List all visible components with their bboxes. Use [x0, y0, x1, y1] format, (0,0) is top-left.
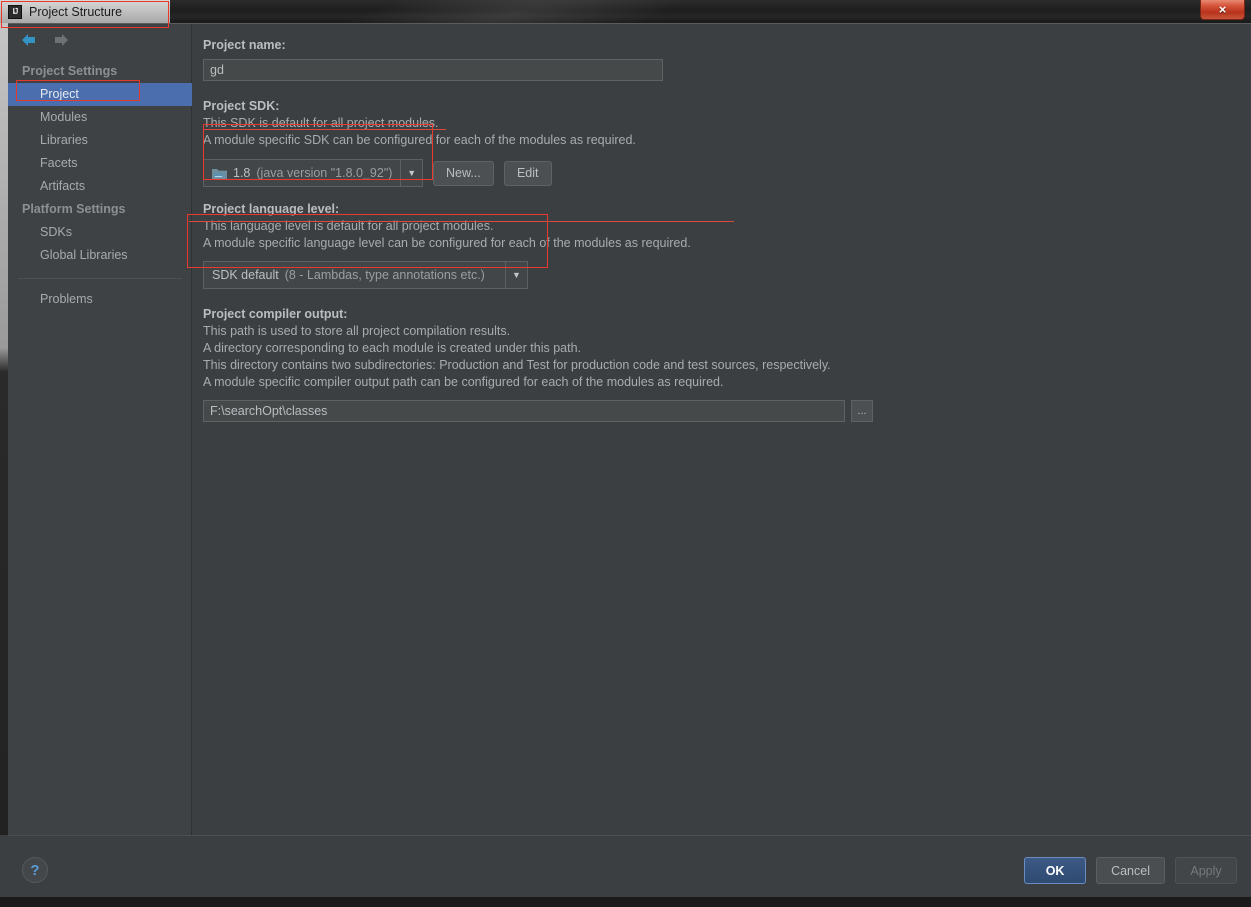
language-level-desc-line2: A module specific language level can be … — [203, 236, 691, 250]
sidebar-item-project[interactable]: Project — [8, 83, 192, 106]
sidebar-item-facets[interactable]: Facets — [8, 152, 192, 175]
project-sdk-detail: (java version "1.8.0_92") — [256, 166, 393, 180]
sidebar-item-problems[interactable]: Problems — [8, 288, 192, 311]
window-title: Project Structure — [29, 4, 123, 19]
window-left-edge — [0, 23, 8, 835]
forward-arrow-icon — [52, 32, 70, 48]
ok-button[interactable]: OK — [1024, 857, 1087, 884]
compiler-output-label: Project compiler output: — [203, 307, 348, 321]
language-level-combo[interactable]: SDK default (8 - Lambdas, type annotatio… — [203, 261, 528, 289]
jdk-folder-icon — [212, 167, 227, 180]
compiler-output-desc-line3: This directory contains two subdirectori… — [203, 358, 831, 372]
dialog-footer: ? OK Cancel Apply — [8, 835, 1251, 897]
title-bar-sheen — [295, 0, 725, 23]
close-icon[interactable]: × — [1200, 0, 1245, 20]
sidebar-item-sdks[interactable]: SDKs — [8, 221, 192, 244]
project-sdk-combo[interactable]: 1.8 (java version "1.8.0_92") ▼ — [203, 159, 423, 187]
language-level-detail: (8 - Lambdas, type annotations etc.) — [284, 268, 485, 282]
apply-button: Apply — [1175, 857, 1237, 884]
compiler-output-row: ... — [203, 400, 1251, 422]
project-sdk-version: 1.8 — [233, 166, 251, 180]
new-sdk-button[interactable]: New... — [433, 160, 494, 186]
back-arrow-icon[interactable] — [20, 32, 38, 48]
project-sdk-desc-line1: This SDK is default for all project modu… — [203, 116, 439, 130]
settings-nav-list: Project Settings Project Modules Librari… — [8, 60, 192, 311]
project-structure-dialog: IJ Project Structure × Project Settings … — [0, 0, 1251, 907]
sidebar-item-modules[interactable]: Modules — [8, 106, 192, 129]
sidebar-item-label: Facets — [40, 156, 78, 170]
sidebar-item-label: Artifacts — [40, 179, 86, 193]
compiler-output-desc-line1: This path is used to store all project c… — [203, 324, 511, 338]
window-bottom-edge — [0, 897, 1251, 907]
chevron-down-icon[interactable]: ▼ — [505, 262, 527, 288]
sidebar-item-label: Problems — [40, 292, 93, 306]
group-label-project-settings: Project Settings — [22, 64, 118, 78]
intellij-logo-icon: IJ — [8, 4, 22, 19]
project-sdk-label: Project SDK: — [203, 99, 280, 113]
project-settings-panel: Project name: Project SDK: This SDK is d… — [193, 24, 1251, 835]
sidebar-item-libraries[interactable]: Libraries — [8, 129, 192, 152]
sidebar-item-label: Libraries — [40, 133, 88, 147]
navigation-arrows — [12, 28, 78, 52]
language-level-label: Project language level: — [203, 202, 340, 216]
project-name-label: Project name: — [203, 38, 286, 52]
help-icon[interactable]: ? — [22, 857, 48, 883]
cancel-button[interactable]: Cancel — [1096, 857, 1165, 884]
sidebar-item-label: Global Libraries — [40, 248, 128, 262]
chevron-down-icon[interactable]: ▼ — [400, 160, 422, 186]
sidebar-item-label: SDKs — [40, 225, 72, 239]
group-label-platform-settings: Platform Settings — [22, 202, 126, 216]
sidebar-item-global-libraries[interactable]: Global Libraries — [8, 244, 192, 267]
project-sdk-combo-face: 1.8 (java version "1.8.0_92") — [204, 160, 400, 186]
footer-button-group: OK Cancel Apply — [1024, 857, 1237, 884]
sidebar-item-label: Project — [40, 87, 79, 101]
compiler-output-desc-line4: A module specific compiler output path c… — [203, 375, 724, 389]
compiler-output-desc-line2: A directory corresponding to each module… — [203, 341, 581, 355]
window-title-tab: IJ Project Structure — [0, 0, 170, 23]
title-bar: IJ Project Structure × — [0, 0, 1251, 23]
compiler-output-input[interactable] — [203, 400, 845, 422]
settings-sidebar: Project Settings Project Modules Librari… — [8, 24, 192, 835]
language-level-combo-face: SDK default (8 - Lambdas, type annotatio… — [204, 262, 505, 288]
sidebar-item-label: Modules — [40, 110, 88, 124]
project-sdk-desc-line2: A module specific SDK can be configured … — [203, 133, 636, 147]
project-sdk-row: 1.8 (java version "1.8.0_92") ▼ New... E… — [203, 159, 1251, 187]
sidebar-divider — [18, 278, 182, 279]
language-level-desc-line1: This language level is default for all p… — [203, 219, 494, 233]
browse-folder-button[interactable]: ... — [851, 400, 873, 422]
project-name-input[interactable] — [203, 59, 663, 81]
language-level-value: SDK default — [212, 268, 279, 282]
sidebar-item-artifacts[interactable]: Artifacts — [8, 175, 192, 198]
edit-sdk-button[interactable]: Edit — [503, 160, 552, 186]
